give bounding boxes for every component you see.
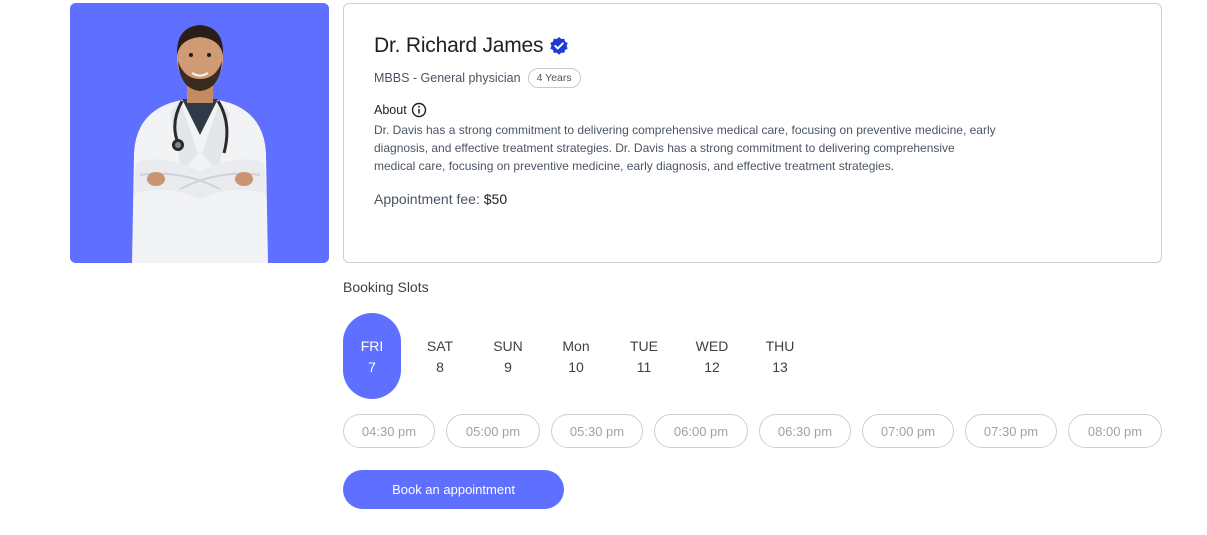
day-number: 11 <box>636 358 652 375</box>
doctor-name: Dr. Richard James <box>374 34 544 57</box>
day-number: 9 <box>504 358 512 375</box>
time-slot[interactable]: 05:00 pm <box>446 414 540 448</box>
day-number: 10 <box>568 358 584 375</box>
info-circle-icon <box>411 102 427 118</box>
day-name: TUE <box>630 337 658 354</box>
time-slot-list: 04:30 pm 05:00 pm 05:30 pm 06:00 pm 06:30 pm… <box>343 414 1162 448</box>
qualification-row: MBBS - General physician 4 Years <box>374 68 1131 88</box>
time-slot[interactable]: 07:30 pm <box>965 414 1057 448</box>
day-selector: FRI 7 SAT 8 SUN 9 Mon 10 TUE 11 WED 12 THU 13 <box>343 313 809 399</box>
time-slot[interactable]: 05:30 pm <box>551 414 643 448</box>
booking-slots-title: Booking Slots <box>343 279 429 295</box>
doctor-image <box>70 3 329 263</box>
day-number: 8 <box>436 358 444 375</box>
fee-value: $50 <box>483 191 508 207</box>
time-slot[interactable]: 06:30 pm <box>759 414 851 448</box>
day-slot[interactable]: SUN 9 <box>479 313 537 399</box>
day-name: Mon <box>562 337 590 354</box>
day-name: THU <box>765 337 795 354</box>
day-slot[interactable]: TUE 11 <box>615 313 673 399</box>
time-slot[interactable]: 04:30 pm <box>343 414 435 448</box>
day-number: 12 <box>704 358 720 375</box>
day-number: 7 <box>368 358 376 375</box>
appointment-fee: Appointment fee: $50 <box>374 191 1131 207</box>
day-name: SUN <box>493 337 523 354</box>
about-header: About <box>374 102 1131 118</box>
doctor-degree: MBBS - General physician <box>374 71 521 85</box>
day-slot[interactable]: WED 12 <box>683 313 741 399</box>
fee-label: Appointment fee: <box>374 191 480 207</box>
doctor-photo <box>70 3 329 263</box>
time-slot[interactable]: 06:00 pm <box>654 414 748 448</box>
time-slot[interactable]: 08:00 pm <box>1068 414 1162 448</box>
day-slot[interactable]: THU 13 <box>751 313 809 399</box>
about-label: About <box>374 103 407 117</box>
book-appointment-button[interactable]: Book an appointment <box>343 470 564 509</box>
day-name: FRI <box>360 337 384 354</box>
day-slot[interactable]: SAT 8 <box>411 313 469 399</box>
day-name: WED <box>695 337 729 354</box>
day-number: 13 <box>772 358 788 375</box>
about-text: Dr. Davis has a strong commitment to del… <box>374 123 996 173</box>
doctor-info-card: Dr. Richard James MBBS - General physici… <box>343 3 1162 263</box>
verified-badge-icon <box>549 36 569 56</box>
time-slot[interactable]: 07:00 pm <box>862 414 954 448</box>
day-slot[interactable]: FRI 7 <box>343 313 401 399</box>
name-row: Dr. Richard James <box>374 34 1131 58</box>
experience-badge: 4 Years <box>527 68 581 88</box>
day-name: SAT <box>426 337 454 354</box>
day-slot[interactable]: Mon 10 <box>547 313 605 399</box>
